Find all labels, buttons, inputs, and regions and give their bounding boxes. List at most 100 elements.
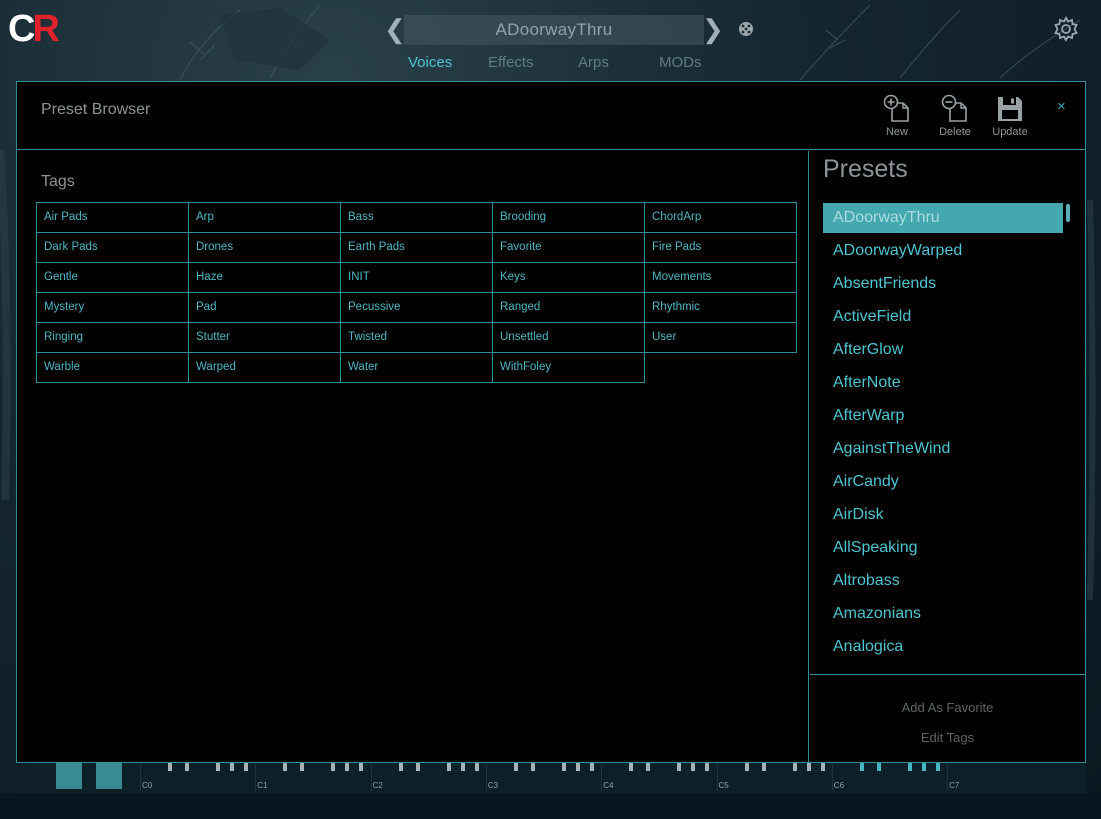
keyboard-key[interactable]: [561, 763, 566, 771]
tag-cell[interactable]: Pecussive: [340, 292, 493, 323]
tag-cell[interactable]: Drones: [188, 232, 341, 263]
tag-cell[interactable]: User: [644, 322, 797, 353]
update-preset-button[interactable]: Update: [985, 94, 1035, 140]
keyboard-key[interactable]: [589, 763, 594, 771]
tag-cell[interactable]: Earth Pads: [340, 232, 493, 263]
tag-cell[interactable]: Warped: [188, 352, 341, 383]
keyboard-key[interactable]: [792, 763, 797, 771]
preset-list-item[interactable]: ActiveField: [823, 302, 1063, 335]
keyboard-key[interactable]: [474, 763, 479, 771]
new-preset-button[interactable]: New: [872, 94, 922, 140]
keyboard-key[interactable]: [460, 763, 465, 771]
preset-list-item[interactable]: AfterNote: [823, 368, 1063, 401]
keyboard-key[interactable]: [230, 763, 234, 771]
preset-list-item[interactable]: Altrobass: [823, 566, 1063, 599]
keyboard-pad[interactable]: [96, 763, 122, 789]
keyboard-key[interactable]: [691, 763, 696, 771]
keyboard-key[interactable]: [359, 763, 364, 771]
tag-cell[interactable]: WithFoley: [492, 352, 645, 383]
octave-divider: [831, 763, 833, 791]
tag-cell[interactable]: Air Pads: [36, 202, 189, 233]
new-button-label: New: [885, 126, 908, 138]
tag-cell[interactable]: Warble: [36, 352, 189, 383]
keyboard-key[interactable]: [859, 763, 864, 771]
delete-preset-button[interactable]: Delete: [930, 94, 980, 140]
preset-list-item[interactable]: AfterWarp: [823, 401, 1063, 434]
keyboard-key[interactable]: [331, 763, 336, 771]
keyboard-key[interactable]: [705, 763, 710, 771]
tab-mods[interactable]: MODs: [659, 54, 702, 71]
prev-preset-button[interactable]: ❮: [384, 14, 406, 44]
keyboard-key[interactable]: [935, 763, 940, 771]
keyboard-key[interactable]: [530, 763, 535, 771]
tag-cell[interactable]: Unsettled: [492, 322, 645, 353]
keyboard-key[interactable]: [820, 763, 825, 771]
preset-list-scrollbar[interactable]: [1066, 204, 1070, 222]
keyboard-key[interactable]: [513, 763, 518, 771]
keyboard-key[interactable]: [629, 763, 634, 771]
tag-cell[interactable]: ChordArp: [644, 202, 797, 233]
tag-cell[interactable]: INIT: [340, 262, 493, 293]
tab-voices[interactable]: Voices: [408, 54, 452, 71]
tab-arps[interactable]: Arps: [578, 54, 609, 71]
preset-list-item[interactable]: AbsentFriends: [823, 269, 1063, 302]
keyboard-key[interactable]: [398, 763, 403, 771]
tag-cell[interactable]: Twisted: [340, 322, 493, 353]
tag-cell[interactable]: Dark Pads: [36, 232, 189, 263]
keyboard-key[interactable]: [744, 763, 749, 771]
tag-cell[interactable]: Rhythmic: [644, 292, 797, 323]
preset-list-item[interactable]: Analogica: [823, 632, 1063, 663]
preset-list-item[interactable]: AfterGlow: [823, 335, 1063, 368]
preset-list-item[interactable]: ADoorwayThru: [823, 203, 1063, 233]
keyboard-strip[interactable]: C0 C1 C2 C3 C4 C5 C6 C7: [56, 763, 1086, 793]
current-preset-display[interactable]: ADoorwayThru: [404, 15, 704, 45]
edit-tags-button[interactable]: Edit Tags: [810, 730, 1085, 745]
tag-cell[interactable]: Arp: [188, 202, 341, 233]
next-preset-button[interactable]: ❯: [702, 14, 724, 44]
tag-cell[interactable]: Fire Pads: [644, 232, 797, 263]
tag-cell[interactable]: Stutter: [188, 322, 341, 353]
tag-cell[interactable]: Ringing: [36, 322, 189, 353]
keyboard-key[interactable]: [283, 763, 288, 771]
preset-list-item[interactable]: AllSpeaking: [823, 533, 1063, 566]
randomize-icon[interactable]: [737, 20, 755, 38]
preset-list-item[interactable]: ADoorwayWarped: [823, 236, 1063, 269]
tag-cell[interactable]: Mystery: [36, 292, 189, 323]
keyboard-key[interactable]: [244, 763, 248, 771]
keyboard-key[interactable]: [168, 763, 172, 771]
add-as-favorite-button[interactable]: Add As Favorite: [810, 700, 1085, 715]
keyboard-pad[interactable]: [56, 763, 82, 789]
keyboard-key[interactable]: [806, 763, 811, 771]
keyboard-key[interactable]: [216, 763, 220, 771]
keyboard-key[interactable]: [300, 763, 305, 771]
keyboard-key[interactable]: [415, 763, 420, 771]
keyboard-key[interactable]: [907, 763, 912, 771]
tag-cell[interactable]: Bass: [340, 202, 493, 233]
preset-list-item[interactable]: AirDisk: [823, 500, 1063, 533]
preset-list-item[interactable]: AgainstTheWind: [823, 434, 1063, 467]
tag-cell[interactable]: Brooding: [492, 202, 645, 233]
keyboard-key[interactable]: [446, 763, 451, 771]
keyboard-key[interactable]: [646, 763, 651, 771]
delete-button-label: Delete: [939, 126, 971, 138]
tag-cell[interactable]: Keys: [492, 262, 645, 293]
keyboard-key[interactable]: [921, 763, 926, 771]
keyboard-key[interactable]: [677, 763, 682, 771]
keyboard-key[interactable]: [185, 763, 189, 771]
tab-effects[interactable]: Effects: [488, 54, 534, 71]
gear-icon[interactable]: [1052, 15, 1080, 43]
keyboard-key[interactable]: [345, 763, 350, 771]
keyboard-key[interactable]: [761, 763, 766, 771]
tag-cell[interactable]: Pad: [188, 292, 341, 323]
tag-cell[interactable]: Gentle: [36, 262, 189, 293]
preset-list-item[interactable]: Amazonians: [823, 599, 1063, 632]
keyboard-key[interactable]: [575, 763, 580, 771]
tag-cell[interactable]: Ranged: [492, 292, 645, 323]
close-icon[interactable]: ×: [1057, 98, 1066, 115]
tag-cell[interactable]: Movements: [644, 262, 797, 293]
tag-cell[interactable]: Haze: [188, 262, 341, 293]
tag-cell[interactable]: Water: [340, 352, 493, 383]
preset-list-item[interactable]: AirCandy: [823, 467, 1063, 500]
tag-cell[interactable]: Favorite: [492, 232, 645, 263]
keyboard-key[interactable]: [876, 763, 881, 771]
